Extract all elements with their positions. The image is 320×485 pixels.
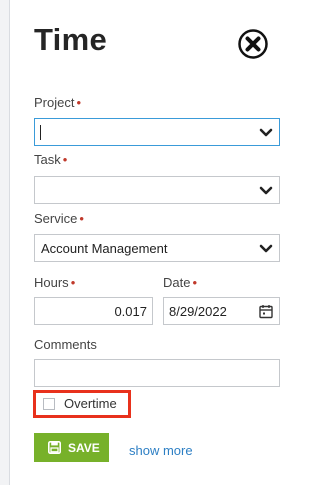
- chevron-down-icon: [259, 186, 273, 195]
- close-circle-x-icon: [238, 29, 268, 59]
- task-label-group: Task •: [34, 152, 67, 167]
- task-select[interactable]: [34, 176, 280, 204]
- required-marker: •: [62, 152, 68, 167]
- date-input[interactable]: 8/29/2022: [163, 297, 280, 325]
- save-disk-icon: [48, 441, 61, 454]
- text-cursor: [40, 125, 41, 140]
- comments-label: Comments: [34, 337, 97, 352]
- calendar-icon[interactable]: [259, 304, 273, 319]
- service-label: Service: [34, 211, 78, 226]
- required-marker: •: [192, 275, 198, 290]
- required-marker: •: [70, 275, 76, 290]
- hours-label-group: Hours •: [34, 275, 75, 290]
- chevron-down-icon: [259, 128, 273, 137]
- task-label: Task: [34, 152, 61, 167]
- date-label: Date: [163, 275, 191, 290]
- date-value: 8/29/2022: [169, 304, 227, 319]
- overtime-label[interactable]: Overtime: [64, 396, 117, 411]
- overtime-checkbox[interactable]: [43, 398, 55, 410]
- required-marker: •: [76, 95, 82, 110]
- date-label-group: Date •: [163, 275, 197, 290]
- close-button[interactable]: [237, 28, 269, 60]
- background-page-edge: [0, 0, 10, 485]
- service-label-group: Service •: [34, 211, 84, 226]
- chevron-down-icon: [259, 244, 273, 253]
- save-label: SAVE: [68, 441, 100, 455]
- project-select[interactable]: [34, 118, 280, 146]
- time-entry-panel: Time Project • Task • Service • Account Man…: [10, 0, 304, 485]
- panel-title: Time: [34, 22, 107, 57]
- hours-value: 0.017: [114, 304, 147, 319]
- save-button[interactable]: SAVE: [34, 433, 109, 462]
- show-more-link[interactable]: show more: [129, 443, 193, 458]
- comments-input[interactable]: [34, 359, 280, 387]
- hours-label: Hours: [34, 275, 69, 290]
- hours-input[interactable]: 0.017: [34, 297, 153, 325]
- project-label: Project: [34, 95, 75, 110]
- service-select[interactable]: Account Management: [34, 234, 280, 262]
- service-value: Account Management: [41, 241, 168, 256]
- required-marker: •: [79, 211, 84, 226]
- project-label-group: Project •: [34, 95, 81, 110]
